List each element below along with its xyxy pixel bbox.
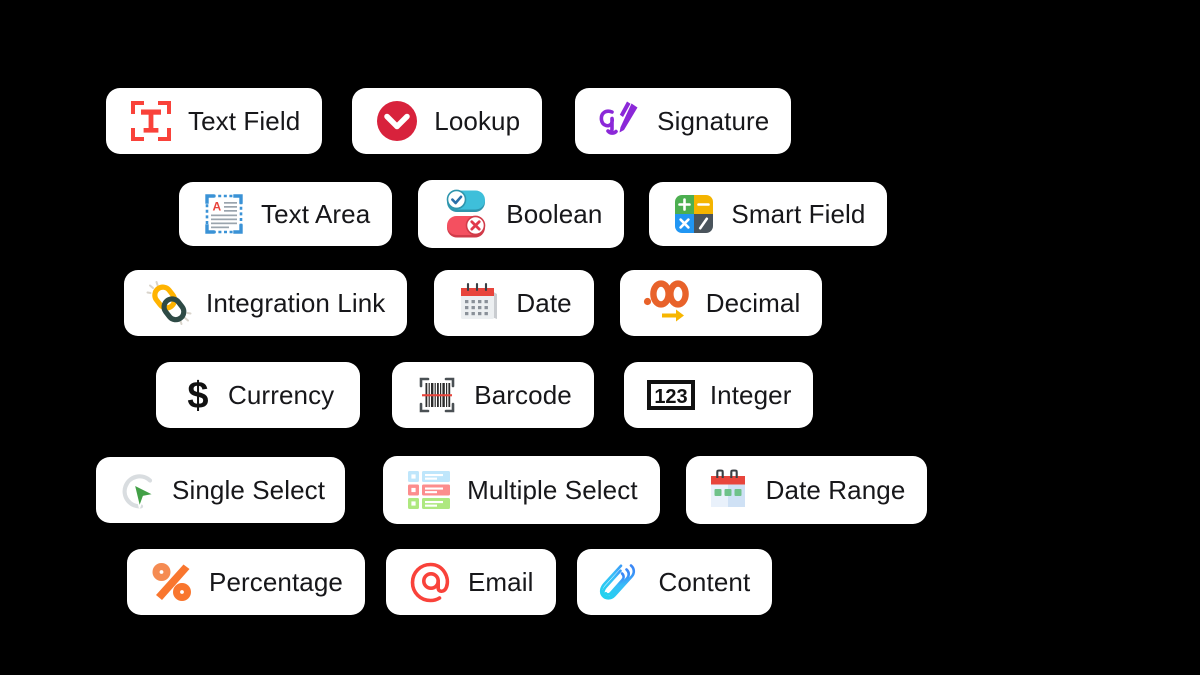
at-sign-icon	[408, 559, 454, 605]
field-type-label: Smart Field	[731, 198, 866, 229]
field-type-label: Signature	[657, 105, 770, 136]
single-select-cursor-icon	[116, 467, 162, 513]
field-type-label: Barcode	[474, 379, 572, 410]
text-area-icon: A	[201, 191, 247, 237]
text-field-icon	[128, 98, 174, 144]
boolean-toggle-icon	[440, 188, 492, 240]
field-type-label: Multiple Select	[467, 474, 638, 505]
lookup-chevron-circle-icon	[374, 98, 420, 144]
field-type-label: Integration Link	[206, 287, 386, 318]
svg-text:$: $	[187, 375, 208, 417]
multiple-select-list-icon	[405, 467, 453, 513]
field-type-chip-barcode[interactable]: Barcode	[392, 362, 594, 428]
percent-icon	[149, 559, 195, 605]
field-type-chip-multiple-select[interactable]: Multiple Select	[383, 456, 660, 524]
field-type-chip-content[interactable]: Content	[576, 549, 773, 615]
field-type-palette: Text Field Lookup Signature A Text Area …	[0, 0, 1200, 675]
integer-123-icon: 123	[646, 372, 696, 418]
barcode-scan-icon	[414, 372, 460, 418]
field-type-label: Text Area	[261, 198, 371, 229]
field-type-chip-signature[interactable]: Signature	[575, 88, 792, 154]
field-type-label: Email	[467, 566, 534, 597]
dollar-sign-icon: $	[182, 372, 214, 418]
field-type-chip-email[interactable]: Email	[385, 549, 556, 615]
svg-text:A: A	[213, 200, 222, 214]
field-type-row-4: $ Currency Barcode 123 Integer	[156, 362, 814, 428]
field-type-chip-date[interactable]: Date	[434, 270, 594, 336]
integration-link-chain-icon	[146, 280, 192, 326]
field-type-row-3: Integration Link Date Decimal	[124, 270, 823, 336]
field-type-row-1: Text Field Lookup Signature	[106, 88, 792, 154]
field-type-chip-decimal[interactable]: Decimal	[619, 270, 823, 336]
paperclip-icon	[599, 559, 645, 605]
field-type-chip-integration-link[interactable]: Integration Link	[124, 270, 408, 336]
field-type-row-2: A Text Area Boolean Smart Field	[179, 180, 888, 248]
calendar-icon	[456, 280, 502, 326]
field-type-chip-percentage[interactable]: Percentage	[127, 549, 365, 615]
field-type-chip-integer[interactable]: 123 Integer	[623, 362, 814, 428]
field-type-label: Date	[516, 287, 572, 318]
signature-pen-icon	[597, 98, 643, 144]
smart-field-calculator-icon	[671, 191, 717, 237]
field-type-label: Single Select	[172, 474, 326, 505]
field-type-chip-text-field[interactable]: Text Field	[106, 88, 323, 154]
field-type-label: Text Field	[188, 105, 301, 136]
field-type-label: Lookup	[434, 105, 521, 136]
field-type-label: Date Range	[765, 474, 906, 505]
field-type-chip-smart-field[interactable]: Smart Field	[649, 182, 888, 246]
field-type-chip-currency[interactable]: $ Currency	[156, 362, 361, 428]
field-type-chip-text-area[interactable]: A Text Area	[179, 182, 393, 246]
field-type-row-5: Single Select Multiple Select Date Range	[96, 456, 928, 524]
field-type-row-6: Percentage Email Content	[127, 549, 773, 615]
field-type-label: Content	[658, 566, 751, 597]
svg-text:123: 123	[654, 386, 687, 408]
field-type-label: Currency	[228, 379, 335, 410]
decimal-zero-zero-icon	[642, 280, 692, 326]
field-type-chip-lookup[interactable]: Lookup	[352, 88, 543, 154]
field-type-label: Integer	[709, 379, 792, 410]
field-type-chip-single-select[interactable]: Single Select	[96, 457, 346, 523]
field-type-label: Percentage	[209, 566, 343, 597]
date-range-calendar-icon	[708, 467, 752, 513]
field-type-chip-date-range[interactable]: Date Range	[685, 456, 928, 524]
field-type-label: Boolean	[506, 198, 603, 229]
field-type-label: Decimal	[705, 287, 801, 318]
field-type-chip-boolean[interactable]: Boolean	[418, 180, 625, 248]
